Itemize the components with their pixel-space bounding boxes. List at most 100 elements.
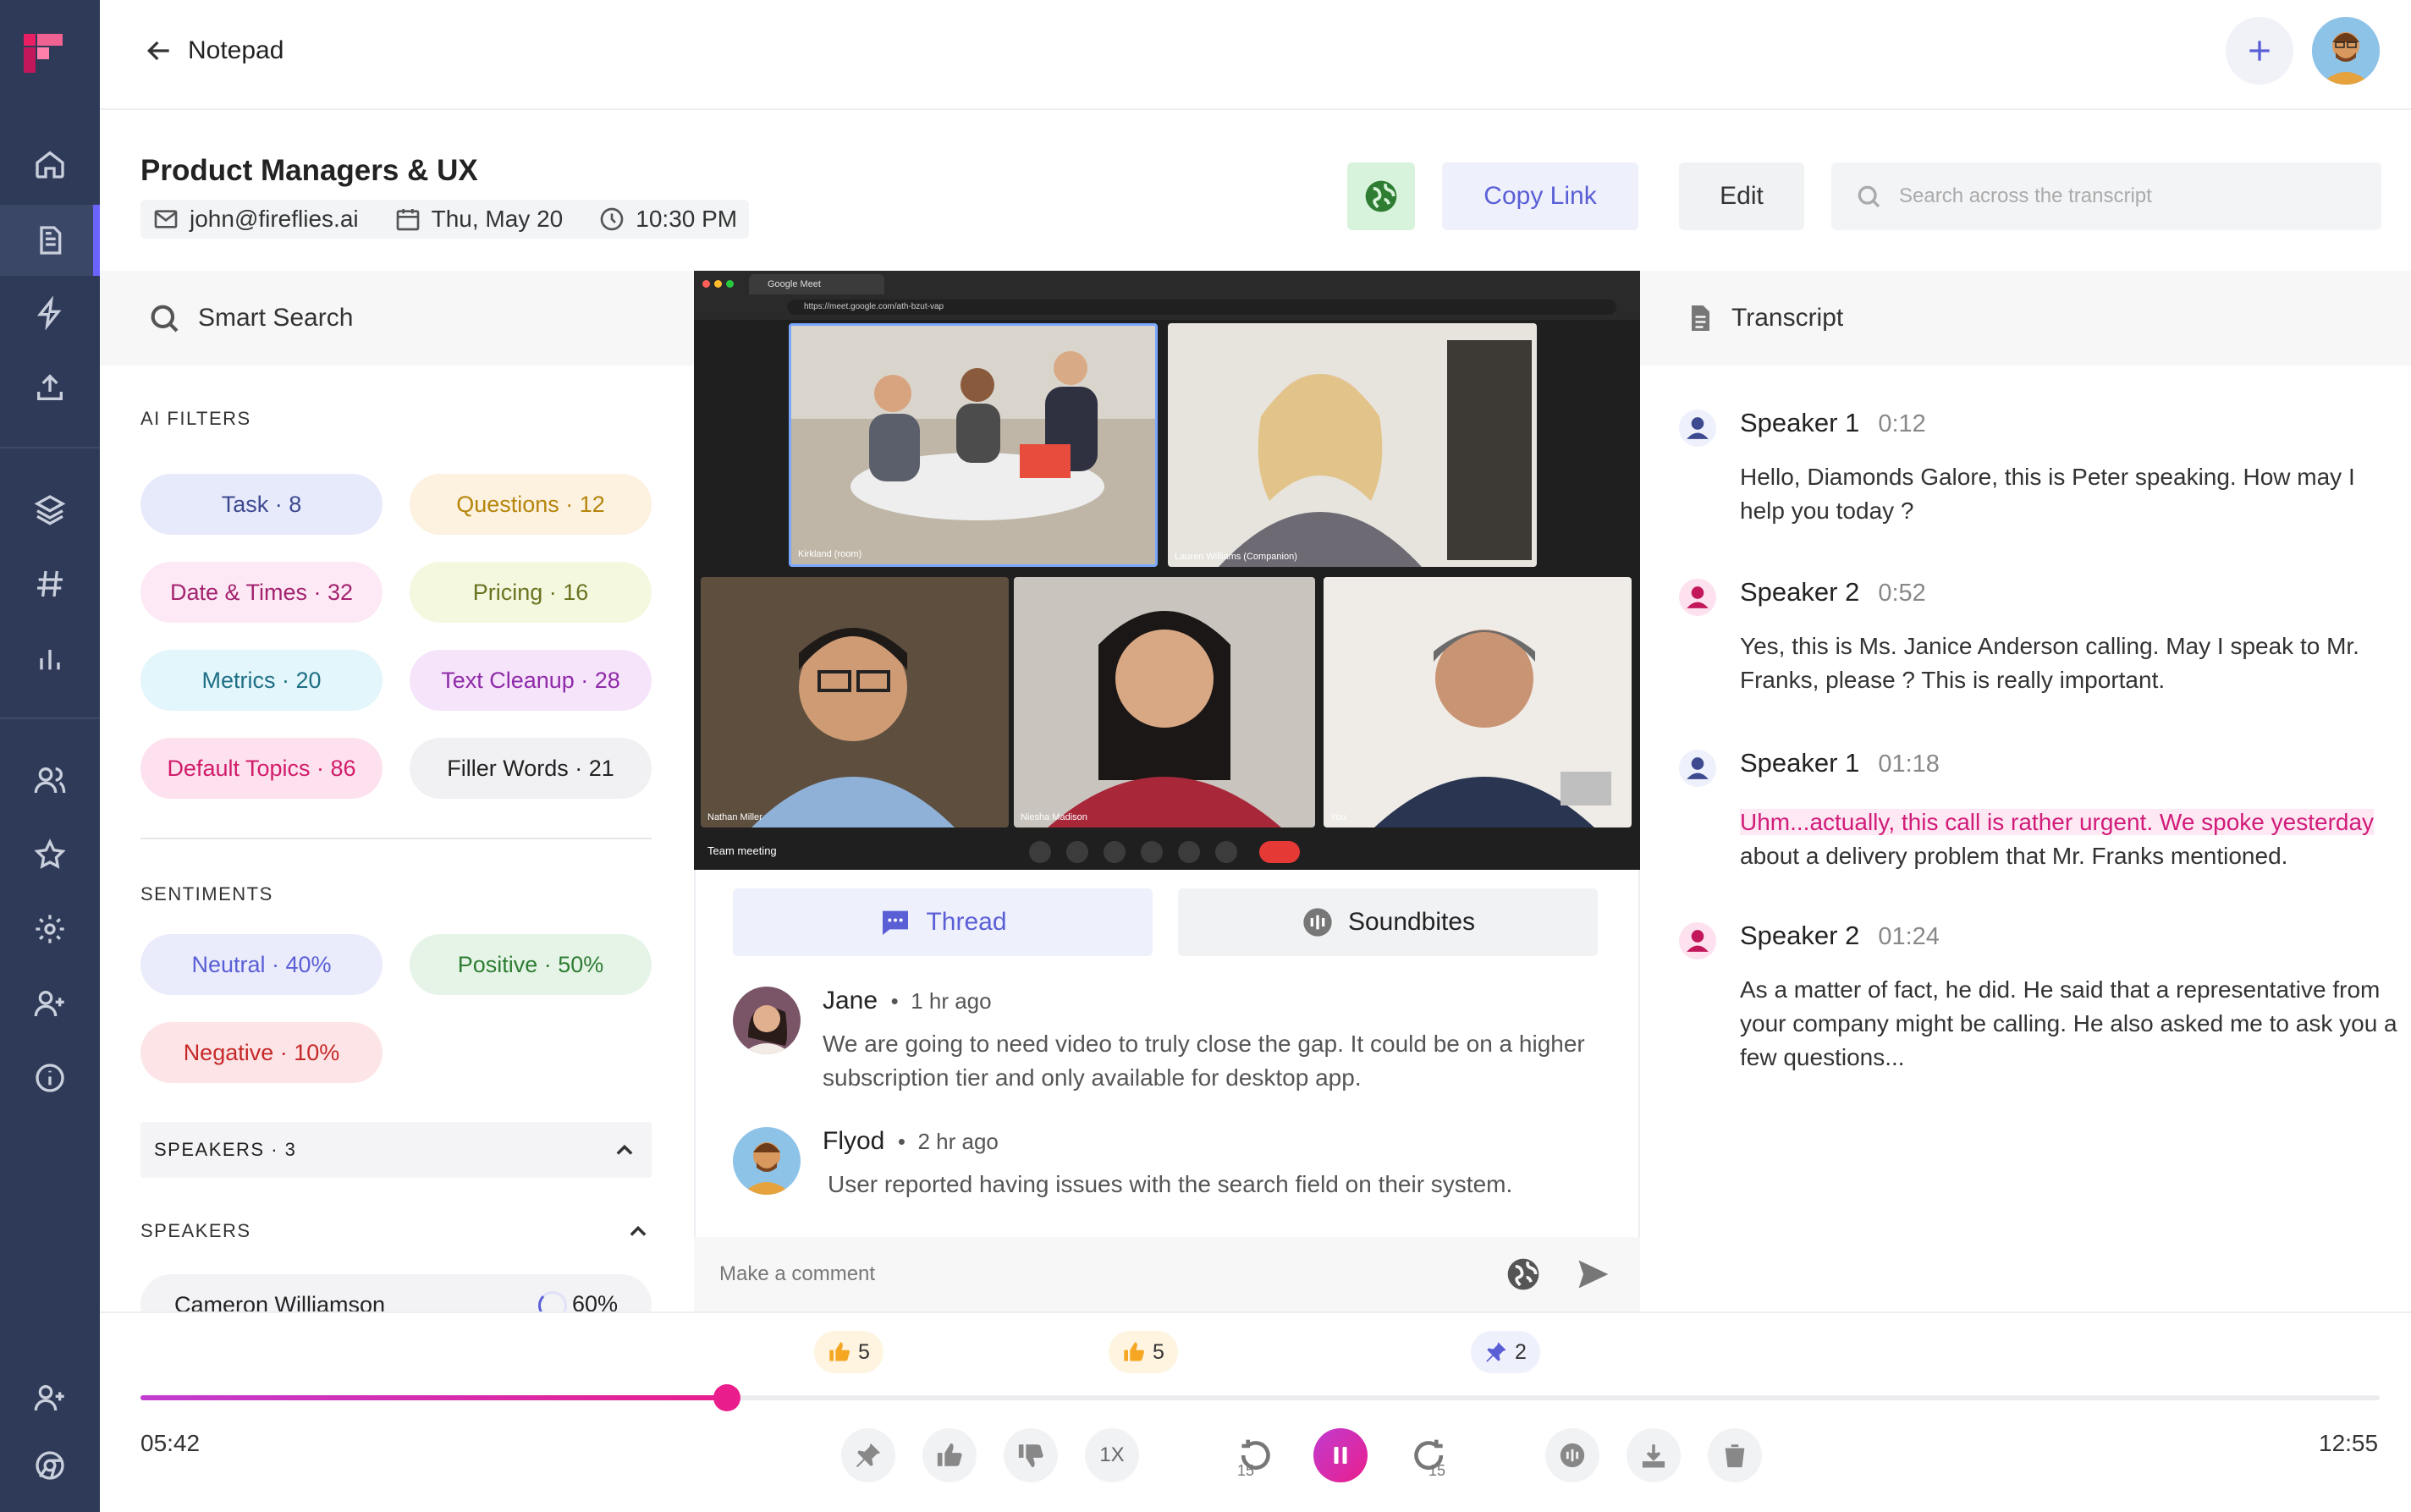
nav-analytics[interactable] bbox=[0, 623, 100, 694]
tab-soundbites-label: Soundbites bbox=[1347, 908, 1476, 936]
end-call-button[interactable] bbox=[1259, 841, 1300, 863]
more-icon[interactable] bbox=[1215, 841, 1237, 863]
sentiment-pill[interactable]: Positive · 50% bbox=[410, 934, 652, 995]
transcript-entry[interactable]: Speaker 1 01:18 Uhm...actually, this call… bbox=[1679, 748, 2390, 875]
nav-integrations[interactable] bbox=[0, 278, 100, 349]
download-icon bbox=[1642, 1444, 1665, 1468]
captions-icon[interactable] bbox=[1104, 841, 1126, 863]
reaction-count: 5 bbox=[858, 1339, 870, 1364]
comment-placeholder: Make a comment bbox=[719, 1262, 876, 1285]
participant-name: Lauren Williams (Companion) bbox=[1175, 552, 1297, 562]
meeting-email: john@fireflies.ai bbox=[190, 206, 359, 232]
pause-icon bbox=[1334, 1447, 1347, 1464]
filter-pill[interactable]: Questions · 12 bbox=[410, 474, 652, 535]
transcript-text: Uhm...actually, this call is rather urge… bbox=[1740, 805, 2383, 873]
chat-icon bbox=[883, 910, 909, 935]
tab-soundbites[interactable]: Soundbites bbox=[1178, 888, 1598, 956]
speaker-icon bbox=[1679, 410, 1716, 447]
timestamp[interactable]: 0:12 bbox=[1878, 410, 1925, 437]
transcript-search-input[interactable]: Search across the transcript bbox=[1831, 162, 2381, 230]
nav-favorites[interactable] bbox=[0, 819, 100, 890]
seek-handle[interactable] bbox=[713, 1384, 741, 1411]
reaction-marker[interactable]: 5 bbox=[1109, 1331, 1178, 1373]
transcript-header: Transcript bbox=[1640, 271, 2411, 366]
filter-pill[interactable]: Text Cleanup · 28 bbox=[410, 650, 652, 711]
add-button[interactable] bbox=[2226, 17, 2293, 85]
raise-hand-icon[interactable] bbox=[1141, 841, 1163, 863]
nav-settings[interactable] bbox=[0, 893, 100, 965]
timestamp[interactable]: 01:24 bbox=[1878, 923, 1940, 950]
thumbs-up-button[interactable] bbox=[922, 1428, 977, 1482]
ai-filters-label: AI FILTERS bbox=[140, 408, 251, 429]
participant-name: Nathan Miller bbox=[707, 812, 762, 822]
meeting-name: Team meeting bbox=[707, 844, 777, 857]
forward-button[interactable]: 15 bbox=[1403, 1428, 1457, 1482]
timestamp[interactable]: 0:52 bbox=[1878, 580, 1925, 607]
filter-pill[interactable]: Default Topics · 86 bbox=[140, 738, 383, 799]
filter-pill[interactable]: Date & Times · 32 bbox=[140, 562, 383, 623]
transcript-entry[interactable]: Speaker 2 0:52 Yes, this is Ms. Janice An… bbox=[1679, 577, 2390, 704]
nav-layers[interactable] bbox=[0, 474, 100, 545]
sentiment-pill[interactable]: Neutral · 40% bbox=[140, 934, 383, 995]
copy-link-button[interactable]: Copy Link bbox=[1442, 162, 1638, 230]
transcript-entry[interactable]: Speaker 1 0:12 Hello, Diamonds Galore, th… bbox=[1679, 408, 2390, 535]
speaker-line: Speaker 1 0:12 bbox=[1740, 408, 1926, 438]
nav-invite[interactable] bbox=[0, 1362, 100, 1433]
transcript-entry[interactable]: Speaker 2 01:24 As a matter of fact, he d… bbox=[1679, 921, 2397, 1081]
soundbite-button[interactable] bbox=[1545, 1428, 1599, 1482]
pause-button[interactable] bbox=[1313, 1428, 1368, 1482]
rewind-button[interactable]: 15 bbox=[1227, 1428, 1281, 1482]
edit-button[interactable]: Edit bbox=[1679, 162, 1804, 230]
filter-pill[interactable]: Task · 8 bbox=[140, 474, 383, 535]
filter-pill[interactable]: Metrics · 20 bbox=[140, 650, 383, 711]
video-tile[interactable]: You bbox=[1324, 577, 1632, 827]
video-player[interactable]: Google Meet https://meet.google.com/ath-… bbox=[694, 271, 1640, 870]
timestamp[interactable]: 01:18 bbox=[1878, 751, 1940, 778]
filter-pill[interactable]: Filler Words · 21 bbox=[410, 738, 652, 799]
thumbs-down-button[interactable] bbox=[1004, 1428, 1058, 1482]
filter-pill[interactable]: Pricing · 16 bbox=[410, 562, 652, 623]
nav-notepad[interactable] bbox=[0, 205, 100, 276]
nav-home[interactable] bbox=[0, 129, 100, 200]
chevron-up-icon[interactable] bbox=[626, 1220, 650, 1244]
pin-button[interactable] bbox=[841, 1428, 895, 1482]
mic-icon[interactable] bbox=[1029, 841, 1051, 863]
fireflies-logo[interactable] bbox=[24, 34, 66, 76]
delete-button[interactable] bbox=[1708, 1428, 1762, 1482]
highlighted-text[interactable]: Uhm...actually, this call is rather urge… bbox=[1740, 809, 2375, 835]
globe-icon[interactable] bbox=[1505, 1256, 1542, 1293]
soundbite-icon bbox=[1303, 908, 1332, 937]
browser-url: https://meet.google.com/ath-bzut-vap bbox=[787, 300, 1616, 315]
clock-icon bbox=[600, 207, 624, 231]
nav-channels[interactable] bbox=[0, 548, 100, 619]
back-arrow-icon[interactable] bbox=[142, 34, 176, 68]
participant-name: You bbox=[1330, 812, 1346, 822]
speakers-label: SPEAKERS bbox=[140, 1220, 251, 1241]
video-tile[interactable]: Nathan Miller bbox=[701, 577, 1009, 827]
nav-chrome[interactable] bbox=[0, 1430, 100, 1501]
comment-input[interactable]: Make a comment bbox=[694, 1237, 1640, 1311]
avatar bbox=[733, 1127, 801, 1195]
nav-info[interactable] bbox=[0, 1042, 100, 1113]
pin-icon bbox=[856, 1443, 881, 1468]
smart-search[interactable]: Smart Search bbox=[100, 271, 694, 366]
video-tile[interactable]: Kirkland (room) bbox=[789, 323, 1158, 567]
video-tile[interactable]: Lauren Williams (Companion) bbox=[1168, 323, 1537, 567]
bar-chart-icon bbox=[40, 650, 60, 670]
reaction-marker[interactable]: 5 bbox=[814, 1331, 883, 1373]
download-button[interactable] bbox=[1627, 1428, 1681, 1482]
video-tile[interactable]: Niesha Madison bbox=[1014, 577, 1315, 827]
sentiment-pill[interactable]: Negative · 10% bbox=[140, 1022, 383, 1083]
pin-marker[interactable]: 2 bbox=[1471, 1331, 1540, 1373]
nav-add-user[interactable] bbox=[0, 968, 100, 1039]
send-icon[interactable] bbox=[1574, 1256, 1611, 1293]
speakers-count-toggle[interactable]: SPEAKERS · 3 bbox=[140, 1122, 652, 1178]
tab-thread[interactable]: Thread bbox=[733, 888, 1153, 956]
nav-upload[interactable] bbox=[0, 352, 100, 423]
camera-icon[interactable] bbox=[1066, 841, 1088, 863]
user-avatar[interactable] bbox=[2312, 17, 2380, 85]
present-icon[interactable] bbox=[1178, 841, 1200, 863]
speed-button[interactable]: 1X bbox=[1085, 1428, 1139, 1482]
nav-team[interactable] bbox=[0, 745, 100, 816]
share-public-button[interactable] bbox=[1347, 162, 1415, 230]
